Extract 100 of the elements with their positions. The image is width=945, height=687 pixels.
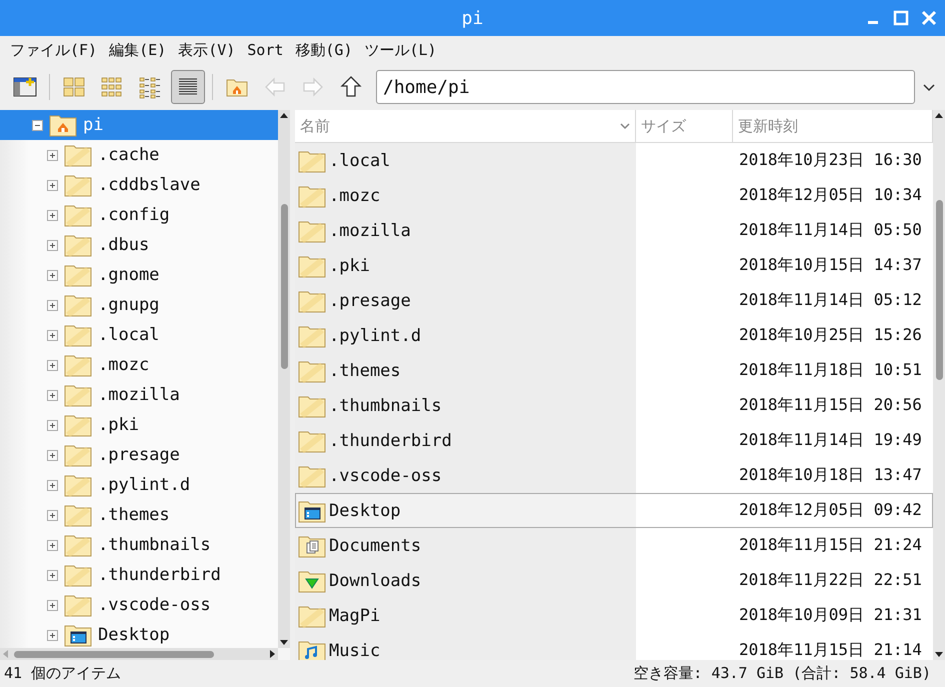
expand-icon[interactable] [47,630,58,640]
modified-time: 2018年12月05日 09:42 [739,500,922,521]
expand-icon[interactable] [47,570,58,580]
file-name: .mozilla [329,220,411,240]
column-header[interactable]: サイズ [636,110,733,142]
expand-icon[interactable] [47,180,58,190]
tree-item[interactable]: .mozilla [0,380,278,410]
folder-icon [64,563,92,587]
tree-item[interactable]: .cache [0,140,278,170]
folder-icon [64,533,92,557]
scrollbar-thumb[interactable] [14,650,214,658]
modified-time: 2018年11月15日 21:24 [739,535,922,556]
expand-icon[interactable] [47,450,58,460]
folder-icon [64,293,92,317]
maximize-icon[interactable] [891,8,911,28]
modified-time: 2018年11月14日 19:49 [739,430,922,451]
folder-icon [298,604,326,628]
expand-icon[interactable] [47,150,58,160]
tree-item[interactable]: .vscode-oss [0,590,278,620]
file-name: .themes [329,360,401,380]
tree-item[interactable]: .pylint.d [0,470,278,500]
column-header[interactable]: 名前 [295,110,636,142]
tree-item[interactable]: Desktop [0,620,278,648]
forward-arrow-icon [301,75,325,99]
folder-icon [298,358,326,382]
back-arrow-icon [263,75,287,99]
expand-icon[interactable] [47,390,58,400]
scrollbar-thumb[interactable] [280,204,288,369]
expand-icon[interactable] [47,300,58,310]
file-name: .thumbnails [329,396,442,416]
compact-list-icon [138,75,162,99]
modified-time: 2018年11月15日 20:56 [739,395,922,416]
icon-grid-icon [62,75,86,99]
folder-icon [64,263,92,287]
folder-icon [64,203,92,227]
expand-icon[interactable] [47,330,58,340]
new-window-icon [13,75,37,99]
downloads-folder-icon [298,568,326,592]
tree-item[interactable]: .gnome [0,260,278,290]
location-field[interactable]: /home/pi [376,70,915,104]
tree-item[interactable]: .dbus [0,230,278,260]
folder-icon [298,394,326,418]
list-view-button[interactable] [171,70,205,104]
tree-item[interactable]: .thumbnails [0,530,278,560]
folder-icon [64,383,92,407]
folder-icon [298,464,326,488]
menu-item[interactable]: ツール(L) [358,40,443,60]
home-folder-icon [49,113,77,137]
folder-icon [64,443,92,467]
menu-item[interactable]: Sort [241,41,290,59]
folder-icon [298,254,326,278]
menu-item[interactable]: 移動(G) [289,40,358,60]
folder-icon [298,218,326,242]
collapse-icon[interactable] [32,120,43,130]
tree-item[interactable]: .thunderbird [0,560,278,590]
expand-icon[interactable] [47,270,58,280]
expand-icon[interactable] [47,240,58,250]
free-space: 空き容量: 43.7 GiB (合計: 58.4 GiB) [633,664,931,683]
expand-icon[interactable] [47,510,58,520]
tree-item[interactable]: .config [0,200,278,230]
expand-icon[interactable] [47,420,58,430]
expand-icon[interactable] [47,540,58,550]
close-icon[interactable] [919,8,939,28]
file-name: .pki [329,256,370,276]
folder-icon [64,413,92,437]
desktop-folder-icon [64,623,92,647]
modified-time: 2018年11月15日 21:14 [739,640,922,660]
modified-time: 2018年10月18日 13:47 [739,465,922,486]
folder-icon [64,173,92,197]
file-name: .thunderbird [329,430,452,450]
tree-item[interactable]: .pki [0,410,278,440]
tree-item[interactable]: .local [0,320,278,350]
modified-time: 2018年11月14日 05:50 [739,220,922,241]
menu-item[interactable]: 表示(V) [172,40,242,60]
file-name: .mozc [329,186,380,206]
menu-item[interactable]: ファイル(F) [4,40,104,60]
file-name: .presage [329,290,411,310]
file-name: Desktop [329,500,401,520]
tree-item[interactable]: pi [0,110,278,140]
expand-icon[interactable] [47,600,58,610]
documents-folder-icon [298,534,326,558]
tree-item[interactable]: .presage [0,440,278,470]
menu-item[interactable]: 編集(E) [103,40,172,60]
music-folder-icon [298,638,326,660]
modified-time: 2018年10月23日 16:30 [739,150,922,171]
file-name: .pylint.d [329,326,422,346]
folder-icon [64,473,92,497]
tree-item[interactable]: .themes [0,500,278,530]
scrollbar-thumb[interactable] [936,200,942,380]
tree-item[interactable]: .gnupg [0,290,278,320]
folder-icon [298,148,326,172]
modified-time: 2018年10月09日 21:31 [739,605,922,626]
tree-item[interactable]: .mozc [0,350,278,380]
expand-icon[interactable] [47,360,58,370]
folder-icon [298,428,326,452]
tree-item[interactable]: .cddbslave [0,170,278,200]
expand-icon[interactable] [47,210,58,220]
file-name: .local [329,150,390,170]
modified-time: 2018年10月15日 14:37 [739,255,922,276]
expand-icon[interactable] [47,480,58,490]
